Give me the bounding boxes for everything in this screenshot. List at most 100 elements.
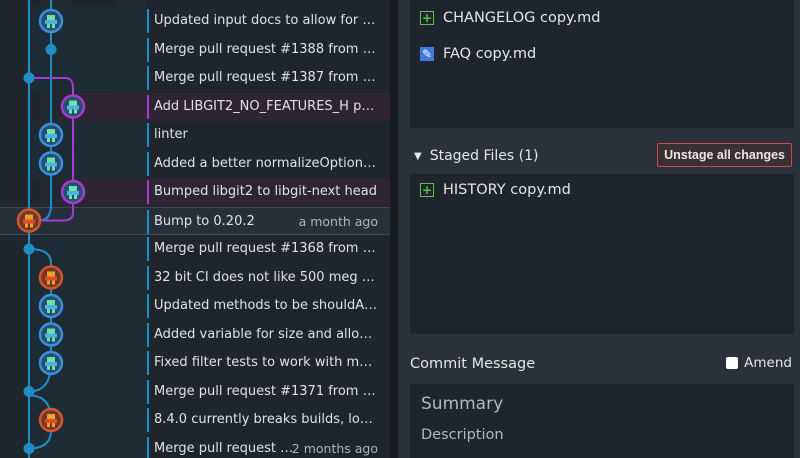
avatar-leg	[47, 423, 50, 427]
avatar-head	[47, 271, 55, 277]
branch-color-bar	[147, 37, 149, 62]
file-row[interactable]: + HISTORY copy.md	[420, 178, 571, 202]
branch-color-bar	[147, 66, 149, 90]
summary-input[interactable]: Summary	[421, 394, 503, 414]
avatar-leg	[52, 337, 55, 342]
file-row[interactable]: + CHANGELOG copy.md	[420, 6, 601, 30]
author-avatar	[38, 322, 64, 347]
file-modified-icon: ✎	[420, 47, 434, 61]
avatar-head	[47, 157, 55, 163]
author-avatar	[38, 151, 64, 176]
commit-message: Updated input docs to allow for git_p…	[154, 13, 378, 28]
avatar-body	[67, 191, 79, 195]
avatar-head	[47, 328, 55, 334]
avatar-leg	[69, 195, 72, 199]
avatar-body	[45, 134, 57, 138]
commit-message: Merge pull request #13…	[154, 440, 294, 456]
avatar-leg	[52, 280, 55, 285]
description-input[interactable]: Description	[421, 427, 504, 443]
branch-color-bar	[147, 436, 149, 458]
branch-color-bar	[147, 294, 149, 318]
commit-graph-panel: Updated input docs to allow for git_p… Me…	[0, 0, 390, 458]
panel-divider[interactable]	[390, 0, 398, 458]
avatar-body	[45, 276, 57, 281]
commit-graph	[16, 0, 86, 458]
avatar-head	[69, 100, 77, 106]
avatar-body	[45, 419, 57, 423]
file-name: CHANGELOG copy.md	[443, 10, 601, 26]
avatar-leg	[30, 223, 33, 228]
avatar-leg	[47, 166, 50, 171]
branch-color-bar	[147, 123, 149, 147]
commit-message: Add LIBGIT2_NO_FEATURES_H prepr…	[154, 98, 378, 114]
author-avatar	[16, 208, 42, 233]
commit-message: Fixed filter tests to work with massiv…	[154, 355, 378, 370]
commit-message: Merge pull request #1371 from impl…	[154, 383, 378, 399]
commit-message: 8.4.0 currently breaks builds, locking…	[154, 412, 378, 427]
avatar-leg	[52, 138, 55, 142]
branch-color-bar	[147, 237, 149, 261]
avatar-body	[45, 305, 57, 309]
avatar-leg	[52, 366, 55, 370]
avatar-body	[45, 362, 57, 366]
author-avatar	[60, 94, 86, 119]
avatar-head	[47, 414, 55, 419]
avatar-leg	[74, 195, 77, 199]
avatar-leg	[52, 166, 55, 171]
commit-message: 32 bit CI does not like 500 meg buffe…	[154, 269, 378, 285]
author-avatar	[38, 293, 64, 319]
avatar-body	[67, 105, 79, 110]
file-name: HISTORY copy.md	[443, 182, 571, 198]
author-avatar	[38, 8, 64, 34]
avatar-leg	[47, 24, 50, 28]
merge-dot	[23, 443, 35, 454]
avatar-head	[47, 357, 55, 362]
branch-color-bar	[147, 408, 149, 432]
author-avatar	[38, 350, 64, 376]
staged-files-title: Staged Files (1)	[429, 148, 539, 164]
collapse-triangle-icon[interactable]: ▼	[414, 151, 422, 162]
avatar-leg	[52, 24, 55, 28]
staged-files-box: + HISTORY copy.md	[410, 174, 794, 334]
avatar-leg	[47, 309, 50, 313]
avatar-leg	[25, 223, 28, 228]
changes-panel: + CHANGELOG copy.md ✎ FAQ copy.md ▼ Staged …	[398, 0, 800, 458]
avatar-leg	[52, 423, 55, 427]
avatar-leg	[47, 280, 50, 285]
commit-message: Bump to 0.20.2	[154, 213, 255, 229]
author-avatar	[38, 265, 64, 290]
branch-color-bar	[147, 351, 149, 375]
branch-color-bar	[147, 379, 149, 404]
avatar-body	[23, 219, 35, 224]
branch-color-bar	[147, 9, 149, 33]
amend-label: Amend	[744, 355, 792, 371]
file-name: FAQ copy.md	[443, 46, 537, 62]
commit-message: Updated methods to be shouldAlloc …	[154, 298, 378, 313]
avatar-head	[47, 15, 55, 20]
avatar-leg	[47, 138, 50, 142]
avatar-head	[69, 186, 77, 191]
avatar-leg	[47, 337, 50, 342]
file-row[interactable]: ✎ FAQ copy.md	[420, 42, 536, 66]
commit-message: Merge pull request #1388 from cjho…	[154, 41, 378, 57]
commit-time: 2 months ago	[291, 440, 378, 456]
avatar-head	[47, 129, 55, 134]
merge-dot	[23, 243, 35, 255]
branch-color-bar	[147, 209, 149, 234]
amend-toggle[interactable]: Amend	[726, 355, 792, 371]
amend-checkbox[interactable]	[726, 357, 739, 369]
avatar-leg	[74, 109, 77, 114]
branch-color-bar	[147, 151, 149, 176]
avatar-leg	[47, 366, 50, 370]
branch-color-bar	[147, 94, 149, 119]
commit-message: linter	[154, 127, 188, 142]
commit-message: Added a better normalizeOptions pa…	[154, 155, 378, 171]
author-avatar	[38, 407, 64, 433]
unstage-all-button[interactable]: Unstage all changes	[657, 143, 792, 167]
avatar-body	[45, 333, 57, 338]
commit-time: a month ago	[298, 213, 378, 229]
branch-color-bar	[147, 265, 149, 290]
unstaged-files-box: + CHANGELOG copy.md ✎ FAQ copy.md	[410, 0, 794, 128]
merge-dot	[45, 44, 57, 55]
commit-message-box[interactable]: Summary Description	[410, 384, 794, 458]
